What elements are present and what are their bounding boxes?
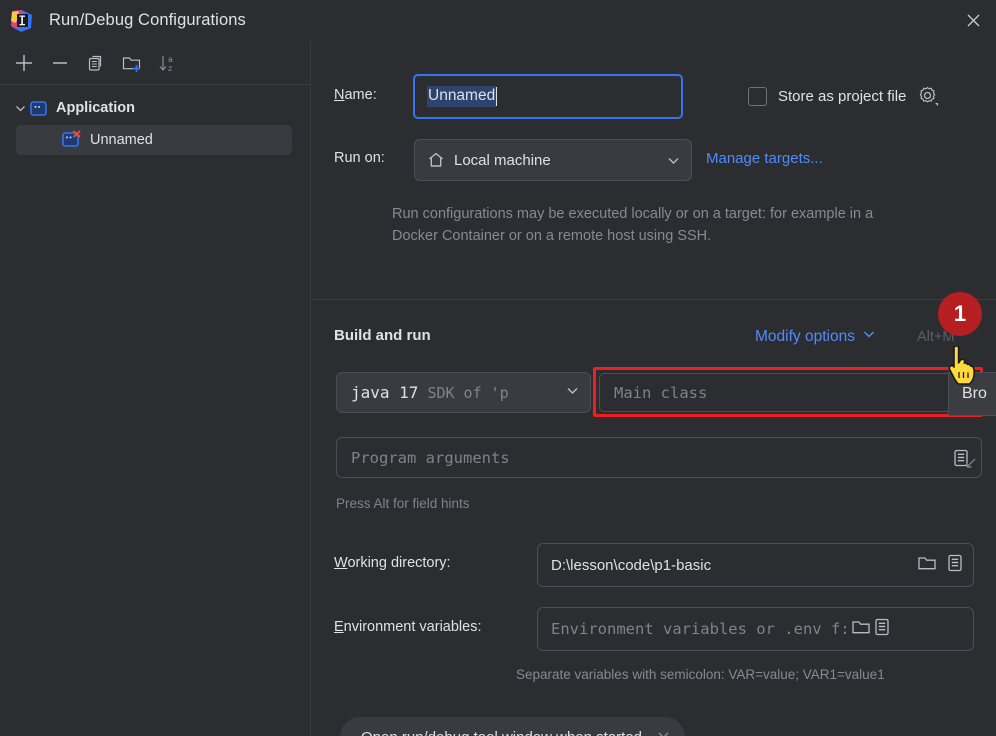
home-icon <box>427 151 445 169</box>
chevron-down-icon <box>862 327 876 346</box>
program-arguments-placeholder: Program arguments <box>351 448 510 467</box>
build-and-run-title: Build and run <box>334 327 431 344</box>
program-arguments-input[interactable]: Program arguments <box>336 437 982 478</box>
run-on-label: Run on: <box>334 150 385 166</box>
jdk-combobox[interactable]: java 17 SDK of 'p <box>336 372 591 413</box>
remove-configuration-button[interactable] <box>44 47 76 79</box>
store-as-project-file-label[interactable]: Store as project file <box>778 88 906 105</box>
sort-configurations-button[interactable]: a z <box>152 47 184 79</box>
tree-group-label: Application <box>56 100 135 116</box>
svg-text:a: a <box>168 55 173 64</box>
environment-variables-label: Environment variables: <box>334 619 482 635</box>
option-chip-label: Open run/debug tool window when started <box>361 729 642 736</box>
close-icon[interactable] <box>950 0 996 41</box>
working-directory-value: D:\lesson\code\p1-basic <box>551 556 712 574</box>
configurations-sidebar: a z Application Unnamed <box>0 41 311 736</box>
copy-configuration-button[interactable] <box>80 47 112 79</box>
working-directory-input[interactable]: D:\lesson\code\p1-basic <box>537 543 974 587</box>
configuration-editor-panel: Name: Unnamed Store as project file Run … <box>312 41 996 736</box>
list-browse-icon[interactable] <box>872 617 892 642</box>
application-error-icon <box>62 130 84 154</box>
tree-item-label: Unnamed <box>90 132 153 148</box>
text-caret <box>496 87 498 106</box>
sidebar-toolbar: a z <box>0 41 310 85</box>
run-on-value: Local machine <box>454 151 551 169</box>
svg-text:z: z <box>168 64 172 73</box>
close-icon[interactable] <box>656 730 671 736</box>
list-browse-icon[interactable] <box>945 553 965 578</box>
working-directory-row: Working directory: D:\lesson\code\p1-bas… <box>334 543 984 587</box>
window-title: Run/Debug Configurations <box>49 11 246 29</box>
title-bar: Run/Debug Configurations <box>0 0 996 41</box>
folder-icon[interactable] <box>850 617 872 642</box>
working-directory-label: Working directory: <box>334 555 451 571</box>
chevron-down-icon[interactable] <box>10 102 30 115</box>
run-debug-configurations-dialog: Run/Debug Configurations a z Application… <box>0 0 996 736</box>
step-badge-1: 1 <box>938 292 982 336</box>
jdk-primary-label: java 17 <box>351 383 419 402</box>
store-as-project-file-group: Store as project file <box>748 85 939 107</box>
environment-variables-row: Environment variables: Environment varia… <box>334 607 984 651</box>
manage-targets-link[interactable]: Manage targets... <box>706 150 823 167</box>
run-on-hint: Run configurations may be executed local… <box>392 206 874 244</box>
environment-variables-placeholder: Environment variables or .env f: <box>551 620 850 638</box>
chevron-down-icon[interactable] <box>666 153 681 168</box>
main-class-placeholder: Main class <box>614 383 708 402</box>
jdk-secondary-label: SDK of 'p <box>427 383 509 402</box>
name-row: Name: Unnamed Store as project file <box>334 74 974 120</box>
name-input[interactable]: Unnamed <box>413 74 683 119</box>
chevron-down-icon[interactable] <box>559 383 580 402</box>
tree-item-unnamed[interactable]: Unnamed <box>16 125 292 155</box>
run-on-combobox[interactable]: Local machine <box>414 139 692 181</box>
environment-variables-input[interactable]: Environment variables or .env f: <box>537 607 974 651</box>
modify-options-label: Modify options <box>755 327 855 345</box>
environment-variables-note: Separate variables with semicolon: VAR=v… <box>516 667 885 682</box>
add-configuration-button[interactable] <box>8 47 40 79</box>
field-hints-text: Press Alt for field hints <box>336 496 470 511</box>
configurations-tree: Application Unnamed <box>0 85 310 155</box>
store-as-project-file-checkbox[interactable] <box>748 86 767 106</box>
gear-icon[interactable] <box>917 85 939 107</box>
tree-group-application[interactable]: Application <box>0 93 310 123</box>
section-divider <box>312 299 996 300</box>
name-label: Name: <box>334 87 377 103</box>
modify-options-link[interactable]: Modify options <box>755 327 876 346</box>
option-chip-open-tool-window[interactable]: Open run/debug tool window when started <box>340 717 686 736</box>
intellij-idea-logo-icon <box>9 8 35 34</box>
folder-icon[interactable] <box>916 553 938 578</box>
application-icon <box>30 100 50 116</box>
new-folder-button[interactable] <box>116 47 148 79</box>
run-on-row: Run on: Local machine Manage targets... <box>334 139 974 181</box>
hand-pointer-cursor-icon <box>945 345 979 391</box>
name-input-value: Unnamed <box>427 86 497 107</box>
resize-grip-icon[interactable] <box>963 455 979 476</box>
main-class-input[interactable]: Main class <box>599 373 980 412</box>
main-class-highlight: Main class <box>593 367 983 417</box>
